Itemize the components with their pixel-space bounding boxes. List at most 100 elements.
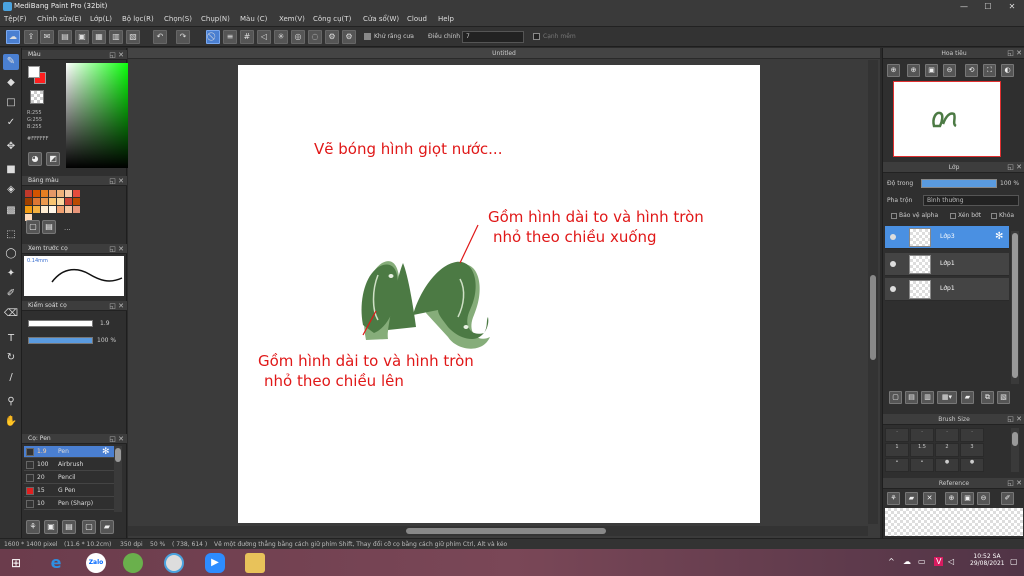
app-icon[interactable] — [123, 553, 143, 573]
chrome-icon[interactable] — [164, 553, 184, 573]
navigator-preview[interactable] — [893, 81, 1001, 157]
panel-controls-icon[interactable]: ◱ ✕ — [109, 50, 124, 60]
palette-swatch[interactable] — [57, 198, 64, 205]
perspective-snap-icon[interactable]: ◁ — [257, 30, 271, 44]
new-palette-icon[interactable]: ▢ — [26, 220, 40, 234]
menu-color[interactable]: Màu (C) — [240, 15, 267, 23]
canvas-vertical-scrollbar[interactable] — [868, 60, 878, 524]
zoom-icon[interactable]: ▶ — [205, 553, 225, 573]
brush-size-slider[interactable] — [28, 320, 93, 327]
palette-swatch[interactable] — [57, 206, 64, 213]
zoom-in-icon[interactable]: ⊕ — [945, 492, 958, 505]
brush-size-cell[interactable]: 1.5 — [910, 443, 934, 457]
layer-options-icon[interactable]: ▦▾ — [937, 391, 957, 404]
reference-close-icon[interactable]: ✕ — [923, 492, 936, 505]
select-eraser-tool-icon[interactable]: ⌫ — [3, 306, 19, 322]
brush-item-airbrush[interactable]: 100 Airbrush — [24, 459, 114, 471]
brush-size-cell[interactable]: ● — [960, 458, 984, 472]
clipping-checkbox[interactable] — [950, 213, 956, 219]
onedrive-icon[interactable]: ☁ — [903, 557, 911, 566]
panel-controls-icon[interactable]: ◱ ✕ — [1007, 478, 1022, 489]
palette-swatch[interactable] — [57, 190, 64, 197]
new-halftone-layer-icon[interactable]: ▤ — [905, 391, 918, 404]
panel-controls-icon[interactable]: ◱ ✕ — [1007, 48, 1022, 59]
layer-item[interactable]: Lớp1 — [885, 253, 1009, 276]
eye-icon[interactable] — [890, 234, 896, 240]
new-file-icon[interactable]: ▤ — [58, 30, 72, 44]
brush-import-icon[interactable]: ▰ — [100, 520, 114, 534]
hand-tool-icon[interactable]: ✋ — [3, 414, 19, 430]
zoom-in-icon[interactable]: ⊕ — [887, 64, 900, 77]
brush-item-pen-sharp[interactable]: 10 Pen (Sharp) — [24, 498, 114, 510]
bucket-tool-icon[interactable]: ◈ — [3, 182, 19, 198]
maximize-button[interactable]: ☐ — [976, 0, 1000, 13]
eyedropper-tool-icon[interactable]: ⚲ — [3, 394, 19, 410]
panel-controls-icon[interactable]: ◱ ✕ — [1007, 414, 1022, 425]
text-tool-icon[interactable]: T — [3, 331, 19, 347]
viber-icon[interactable]: V — [934, 557, 944, 566]
no-snap-icon[interactable]: ⃠ — [206, 30, 220, 44]
palette-swatch[interactable] — [25, 206, 32, 213]
new-layer-icon[interactable]: ▢ — [889, 391, 902, 404]
palette-swatch[interactable] — [49, 190, 56, 197]
palette-swatch[interactable] — [33, 198, 40, 205]
redo-icon[interactable]: ↷ — [176, 30, 190, 44]
magic-wand-tool-icon[interactable]: ✦ — [3, 266, 19, 282]
layer-scrollbar[interactable] — [1011, 231, 1019, 384]
antialias-checkbox[interactable] — [364, 33, 371, 40]
grid-snap-icon[interactable]: # — [240, 30, 254, 44]
minimize-button[interactable]: — — [952, 0, 976, 13]
grid-icon[interactable]: ▥ — [109, 30, 123, 44]
menu-help[interactable]: Help — [438, 15, 454, 23]
brush-size-cell[interactable]: 2 — [935, 443, 959, 457]
menu-capture[interactable]: Chụp(N) — [201, 15, 230, 23]
brush-copy-icon[interactable]: ▢ — [82, 520, 96, 534]
edge-icon[interactable]: e — [46, 553, 66, 573]
network-icon[interactable]: ▭ — [918, 557, 926, 566]
eyedropper-icon[interactable]: ✐ — [1001, 492, 1014, 505]
menu-filter[interactable]: Bộ lọc(R) — [122, 15, 154, 23]
dot-tool-icon[interactable]: ✓ — [3, 115, 19, 131]
transparent-color-swatch[interactable] — [30, 90, 44, 104]
zoom-out-icon[interactable]: ⊖ — [977, 492, 990, 505]
eraser-tool-icon[interactable]: ◆ — [3, 75, 19, 91]
windows-start-icon[interactable]: ⊞ — [6, 553, 26, 573]
palette-swatch[interactable] — [33, 206, 40, 213]
palette-swatch[interactable] — [41, 206, 48, 213]
zoom-in-icon[interactable]: ⊕ — [907, 64, 920, 77]
brush-size-cell[interactable]: · — [935, 428, 959, 442]
close-button[interactable]: ✕ — [1000, 0, 1024, 13]
operation-tool-icon[interactable]: ↻ — [3, 350, 19, 366]
select-tool-icon[interactable]: ⬚ — [3, 227, 19, 243]
drawing-canvas[interactable]: Vẽ bóng hình giọt nước... Gồm hình dài t… — [238, 65, 760, 523]
menu-window[interactable]: Cửa sổ(W) — [363, 15, 399, 23]
lasso-tool-icon[interactable]: ◯ — [3, 246, 19, 262]
lock-checkbox[interactable] — [991, 213, 997, 219]
palette-swatch[interactable] — [49, 206, 56, 213]
correction-select[interactable]: 7 — [462, 31, 524, 43]
panel-controls-icon[interactable]: ◱ ✕ — [109, 176, 124, 186]
reference-add-icon[interactable]: ⚘ — [887, 492, 900, 505]
gear-icon[interactable]: ✻ — [995, 231, 1003, 242]
brush-size-cell[interactable]: · — [885, 428, 909, 442]
palette-swatch[interactable] — [33, 190, 40, 197]
new-8bit-layer-icon[interactable]: ▥ — [921, 391, 934, 404]
layer-opacity-slider[interactable] — [921, 179, 997, 188]
layer-item[interactable]: Lớp3 ✻ — [885, 226, 1009, 249]
palette-swatch[interactable] — [41, 198, 48, 205]
circle-snap-icon[interactable]: ◎ — [291, 30, 305, 44]
palette-swatch[interactable] — [25, 190, 32, 197]
menu-edit[interactable]: Chỉnh sửa(E) — [37, 15, 82, 23]
divide-tool-icon[interactable]: / — [3, 370, 19, 386]
gradient-tool-icon[interactable]: ▩ — [3, 203, 19, 219]
brush-list-scrollbar[interactable] — [114, 446, 122, 512]
menu-cloud[interactable]: Cloud — [407, 15, 427, 23]
undo-icon[interactable]: ↶ — [153, 30, 167, 44]
export-icon[interactable]: ▦ — [92, 30, 106, 44]
blend-mode-select[interactable]: Bình thường — [923, 195, 1019, 206]
brush-opacity-slider[interactable] — [28, 337, 93, 344]
brush-size-cell[interactable]: • — [910, 458, 934, 472]
merge-layer-icon[interactable]: ▧ — [997, 391, 1010, 404]
cloud-icon[interactable]: ☁ — [6, 30, 20, 44]
protect-alpha-checkbox[interactable] — [891, 213, 897, 219]
